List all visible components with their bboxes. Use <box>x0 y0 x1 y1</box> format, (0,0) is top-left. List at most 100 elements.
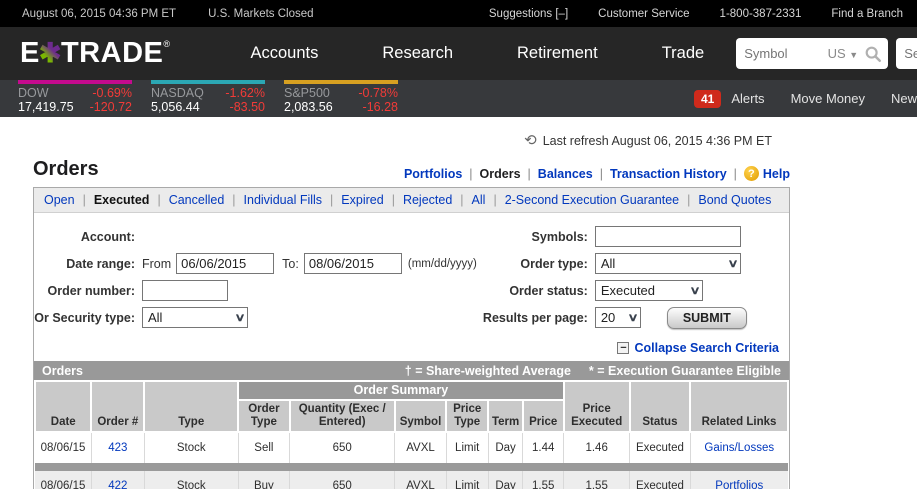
results-per-page-label: Results per page: <box>482 310 588 325</box>
cell-symbol: AVXL <box>394 471 447 489</box>
index-pct: -0.78% <box>358 86 398 100</box>
orders-section-bar: Orders † = Share-weighted Average * = Ex… <box>34 361 789 380</box>
new-link[interactable]: New <box>891 91 917 106</box>
date-from-input[interactable] <box>176 253 275 274</box>
separator: | <box>232 193 236 207</box>
ticker-actions: 41 Alerts Move Money New <box>693 80 917 117</box>
portfolios-link[interactable]: Portfolios <box>404 167 462 181</box>
index-change: -16.28 <box>362 100 398 114</box>
region-dropdown[interactable]: US ▼ <box>828 46 859 61</box>
order-status-select[interactable]: Executed ∨ <box>594 280 703 301</box>
move-money-link[interactable]: Move Money <box>791 91 891 106</box>
refresh-icon[interactable]: ⟲ <box>524 133 537 148</box>
col-status: Status <box>628 380 692 433</box>
help-icon[interactable]: ? <box>743 166 759 181</box>
phone-number[interactable]: 1-800-387-2331 <box>720 8 802 20</box>
date-to-input[interactable] <box>303 253 402 274</box>
customer-service-link[interactable]: Customer Service <box>598 8 689 20</box>
alerts-link[interactable]: Alerts <box>731 91 790 106</box>
order-type-select[interactable]: All ∨ <box>594 253 741 274</box>
market-status-group: August 06, 2015 04:36 PM ET U.S. Markets… <box>22 8 314 20</box>
row-separator <box>35 463 788 471</box>
account-label: Account: <box>80 229 135 244</box>
help-link[interactable]: Help <box>763 167 790 181</box>
tab-bond-quotes[interactable]: Bond Quotes <box>698 193 771 207</box>
order-type-label: Order type: <box>520 256 588 271</box>
nav-trade[interactable]: Trade <box>630 44 737 63</box>
related-link[interactable]: Gains/Losses <box>704 442 774 454</box>
find-branch-link[interactable]: Find a Branch <box>831 8 903 20</box>
order-number-input[interactable] <box>142 280 228 301</box>
index-name: DOW <box>18 86 49 100</box>
symbols-label: Symbols: <box>531 229 588 244</box>
index-change: -83.50 <box>229 100 265 114</box>
collapse-search-criteria-link[interactable]: Collapse Search Criteria <box>634 341 779 355</box>
form-left-column: Account: Date range: From To: (mm/dd/yyy… <box>34 223 479 331</box>
nav-research[interactable]: Research <box>350 44 485 63</box>
etrade-logo[interactable]: E ✱ TRADE ® <box>20 37 171 69</box>
tab-open[interactable]: Open <box>44 193 75 207</box>
separator: | <box>469 166 473 181</box>
tab-expired[interactable]: Expired <box>341 193 383 207</box>
order-search-form: Account: Date range: From To: (mm/dd/yyy… <box>34 213 789 339</box>
tab-rejected[interactable]: Rejected <box>403 193 452 207</box>
last-refresh-text: Last refresh August 06, 2015 4:36 PM ET <box>542 133 772 148</box>
cell-price-type: Limit <box>446 471 489 489</box>
main-navbar: E ✱ TRADE ® Accounts Research Retirement Tr… <box>0 27 917 80</box>
nav-accounts[interactable]: Accounts <box>219 44 351 63</box>
form-right-column: Symbols: Order type: All ∨ Order status: <box>479 223 781 331</box>
symbols-input[interactable] <box>594 226 741 247</box>
search-icon[interactable] <box>864 45 882 63</box>
order-status-label: Order status: <box>509 283 588 298</box>
alerts-count-badge[interactable]: 41 <box>693 89 722 108</box>
order-summary-group-header: Order Summary <box>237 380 565 401</box>
logo-star-icon: ✱ <box>38 37 62 68</box>
suggestions-link[interactable]: Suggestions [–] <box>489 8 568 20</box>
cell-quantity: 650 <box>289 471 396 489</box>
separator: | <box>733 166 737 181</box>
cell-date: 08/06/15 <box>35 471 92 489</box>
site-search-input[interactable] <box>904 46 917 61</box>
tab-cancelled[interactable]: Cancelled <box>169 193 225 207</box>
submit-button[interactable]: SUBMIT <box>666 306 747 329</box>
col-order-number: Order # <box>90 380 146 433</box>
cell-price-executed: 1.46 <box>563 432 631 463</box>
page-title: Orders <box>33 158 99 180</box>
legend-execution-guarantee: * = Execution Guarantee Eligible <box>588 363 781 378</box>
collapse-minus-icon[interactable]: − <box>617 342 630 354</box>
orders-link-current[interactable]: Orders <box>480 167 521 181</box>
orders-section-title: Orders <box>42 363 83 378</box>
cell-status: Executed <box>629 471 691 489</box>
related-link[interactable]: Portfolios <box>715 480 763 489</box>
cell-symbol: AVXL <box>394 432 447 463</box>
tab-individual-fills[interactable]: Individual Fills <box>244 193 323 207</box>
tab-2second-guarantee[interactable]: 2-Second Execution Guarantee <box>505 193 679 207</box>
col-date: Date <box>33 380 93 433</box>
nav-retirement[interactable]: Retirement <box>485 44 630 63</box>
orders-table: Date Order # Type Order Summary Price Ex… <box>33 380 789 489</box>
order-number-link[interactable]: 423 <box>108 442 127 454</box>
table-group-header-row: Date Order # Type Order Summary Price Ex… <box>33 380 789 433</box>
cell-term: Day <box>488 471 524 489</box>
ticker-nasdaq: NASDAQ -1.62% 5,056.44 -83.50 <box>151 80 265 117</box>
separator: | <box>493 193 497 207</box>
col-symbol: Symbol <box>393 399 448 433</box>
col-price-type: Price Type <box>445 399 490 433</box>
tab-executed-active[interactable]: Executed <box>94 193 150 207</box>
site-search-box <box>896 38 917 69</box>
order-number-link[interactable]: 422 <box>108 480 127 489</box>
results-per-page-value: 20 <box>600 310 616 325</box>
separator: | <box>687 193 691 207</box>
ticker-sp500: S&P500 -0.78% 2,083.56 -16.28 <box>284 80 398 117</box>
index-value: 2,083.56 <box>284 100 333 114</box>
security-type-select[interactable]: All ∨ <box>142 307 248 328</box>
results-per-page-select[interactable]: 20 ∨ <box>594 307 641 328</box>
balances-link[interactable]: Balances <box>538 167 593 181</box>
tab-all[interactable]: All <box>472 193 486 207</box>
transaction-history-link[interactable]: Transaction History <box>610 167 727 181</box>
chevron-down-icon: ▼ <box>849 50 859 60</box>
cell-date: 08/06/15 <box>35 432 92 463</box>
symbol-input[interactable] <box>744 46 817 61</box>
chevron-down-icon: ∨ <box>234 312 246 324</box>
index-value: 5,056.44 <box>151 100 200 114</box>
